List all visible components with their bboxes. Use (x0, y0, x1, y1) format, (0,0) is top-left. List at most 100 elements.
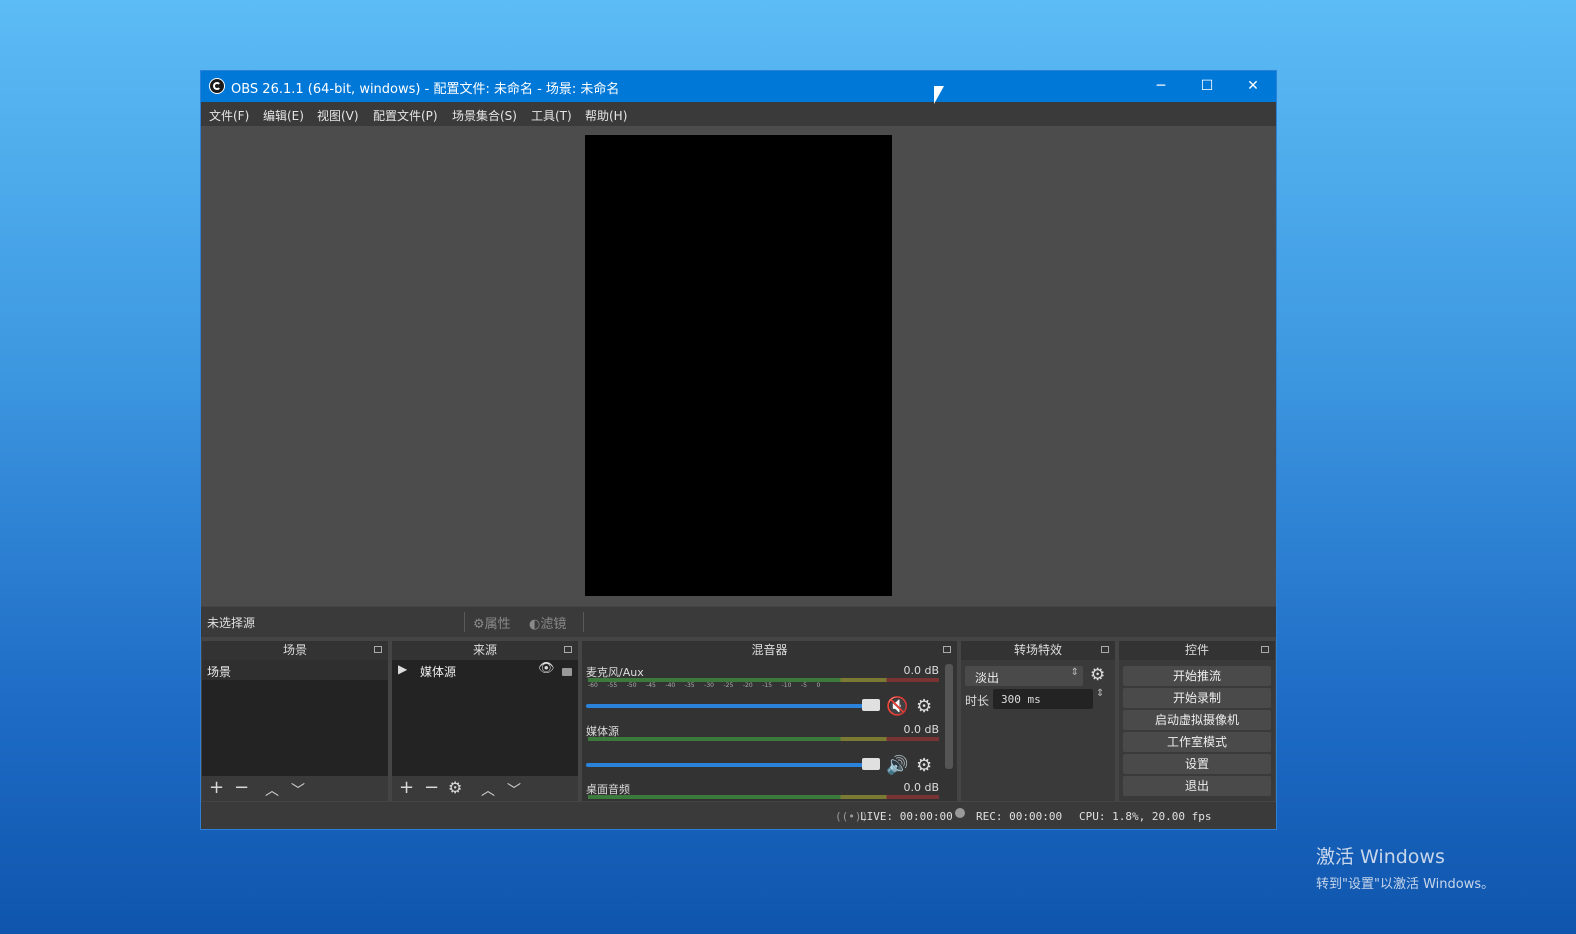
track-db: 0.0 dB (903, 664, 939, 677)
transition-value: 淡出 (975, 671, 1000, 685)
exit-button[interactable]: 退出 (1123, 776, 1271, 796)
title-bar[interactable]: OBS 26.1.1 (64-bit, windows) - 配置文件: 未命名… (201, 71, 1276, 102)
filters-label: 滤镜 (540, 617, 567, 632)
filter-icon: ◐ (529, 617, 541, 632)
undock-icon[interactable] (1101, 646, 1109, 653)
scenes-title: 场景 (282, 643, 307, 657)
gear-icon[interactable]: ⚙ (916, 755, 932, 776)
track-db: 0.0 dB (903, 723, 939, 736)
minimize-button[interactable]: ─ (1138, 71, 1184, 102)
menu-view[interactable]: 视图(V) (317, 107, 359, 124)
remove-scene-icon[interactable]: − (234, 777, 249, 798)
transitions-header: 转场特效 (961, 641, 1115, 660)
menu-scene-collection[interactable]: 场景集合(S) (452, 107, 517, 124)
watermark-title: 激活 Windows (1316, 846, 1445, 868)
mixer-dock: 混音器 麦克风/Aux 0.0 dB -60 -55 -50 -45 -40 -… (582, 641, 957, 801)
list-item[interactable]: 场景 (202, 660, 388, 680)
gear-icon: ⚙ (473, 617, 485, 632)
lock-icon[interactable] (562, 668, 572, 676)
mixer-title: 混音器 (751, 643, 788, 657)
meter-ticks: -60 -55 -50 -45 -40 -35 -30 -25 -20 -15 … (588, 682, 821, 689)
filters-button[interactable]: ◐滤镜 (529, 613, 566, 632)
move-up-icon[interactable]: ︿ (481, 780, 495, 800)
volume-slider[interactable] (586, 704, 878, 708)
undock-icon[interactable] (1261, 646, 1269, 653)
close-button[interactable]: ✕ (1230, 71, 1276, 102)
scenes-list[interactable]: 场景 (202, 660, 388, 776)
play-icon: ▶ (398, 662, 408, 676)
obs-logo-icon (209, 78, 225, 94)
divider (464, 612, 465, 632)
start-recording-button[interactable]: 开始录制 (1123, 688, 1271, 708)
preview-canvas[interactable] (585, 135, 892, 596)
scenes-toolbar: + − ︿ ﹀ (202, 776, 388, 801)
divider (583, 612, 584, 632)
menu-tools[interactable]: 工具(T) (531, 107, 572, 124)
status-bar: ((•)) LIVE: 00:00:00 REC: 00:00:00 CPU: … (201, 802, 1276, 829)
eye-icon[interactable]: 👁 (538, 661, 555, 676)
speaker-icon[interactable]: 🔊 (886, 755, 908, 776)
undock-icon[interactable] (943, 646, 951, 653)
scene-name: 场景 (207, 665, 232, 679)
settings-button[interactable]: 设置 (1123, 754, 1271, 774)
sources-list[interactable]: ▶ 媒体源 👁 (392, 660, 578, 776)
menu-file[interactable]: 文件(F) (209, 107, 249, 124)
gear-icon[interactable]: ⚙ (1090, 665, 1105, 685)
sources-title: 来源 (472, 643, 497, 657)
window-title: OBS 26.1.1 (64-bit, windows) - 配置文件: 未命名… (231, 82, 620, 97)
transitions-dock: 转场特效 淡出 ⇕ ⚙ 时长 300 ms ⇕ (961, 641, 1115, 801)
scenes-dock: 场景 场景 + − ︿ ﹀ (202, 641, 388, 801)
no-source-label: 未选择源 (207, 616, 256, 630)
menu-bar: 文件(F) 编辑(E) 视图(V) 配置文件(P) 场景集合(S) 工具(T) … (201, 102, 1276, 126)
add-scene-icon[interactable]: + (209, 777, 224, 798)
source-name: 媒体源 (420, 665, 457, 679)
transitions-title: 转场特效 (1013, 643, 1062, 657)
duration-label: 时长 (965, 694, 990, 708)
transition-select[interactable]: 淡出 ⇕ (965, 666, 1083, 686)
rec-status: REC: 00:00:00 (976, 810, 1063, 823)
record-icon (955, 808, 965, 818)
undock-icon[interactable] (374, 646, 382, 653)
gear-icon[interactable]: ⚙ (916, 696, 932, 717)
volume-slider-handle[interactable] (862, 699, 880, 711)
maximize-button[interactable]: ☐ (1184, 71, 1230, 102)
add-source-icon[interactable]: + (399, 777, 414, 798)
sources-toolbar: + − ⚙ ︿ ﹀ (392, 776, 578, 801)
volume-slider-handle[interactable] (862, 758, 880, 770)
windows-activation-watermark: 激活 Windows 转到"设置"以激活 Windows。 (1316, 842, 1494, 892)
start-streaming-button[interactable]: 开始推流 (1123, 666, 1271, 686)
menu-help[interactable]: 帮助(H) (585, 107, 627, 124)
properties-button[interactable]: ⚙属性 (473, 613, 511, 632)
volume-slider[interactable] (586, 763, 878, 767)
preview-area[interactable] (201, 126, 1276, 606)
mixer-scrollbar[interactable] (945, 664, 953, 769)
gear-icon[interactable]: ⚙ (448, 778, 462, 797)
undock-icon[interactable] (564, 646, 572, 653)
obs-window: OBS 26.1.1 (64-bit, windows) - 配置文件: 未命名… (201, 71, 1276, 829)
move-up-icon[interactable]: ︿ (265, 780, 279, 800)
studio-mode-button[interactable]: 工作室模式 (1123, 732, 1271, 752)
menu-profile[interactable]: 配置文件(P) (373, 107, 438, 124)
mouse-cursor-icon (934, 86, 944, 104)
source-toolbar: 未选择源 ⚙属性 ◐滤镜 (201, 607, 1276, 637)
sources-header: 来源 (392, 641, 578, 660)
move-down-icon[interactable]: ﹀ (507, 780, 521, 800)
mixer-track-media: 媒体源 0.0 dB 🔊 ⚙ (586, 723, 939, 778)
mixer-track-desktop: 桌面音频 0.0 dB (586, 781, 939, 801)
move-down-icon[interactable]: ﹀ (291, 780, 305, 800)
start-virtual-camera-button[interactable]: 启动虚拟摄像机 (1123, 710, 1271, 730)
duration-stepper-icon[interactable]: ⇕ (1096, 688, 1104, 699)
remove-source-icon[interactable]: − (424, 777, 439, 798)
menu-edit[interactable]: 编辑(E) (263, 107, 304, 124)
cpu-status: CPU: 1.8%, 20.00 fps (1079, 810, 1212, 823)
mixer-track-mic: 麦克风/Aux 0.0 dB -60 -55 -50 -45 -40 -35 -… (586, 664, 939, 719)
scenes-header: 场景 (202, 641, 388, 660)
controls-header: 控件 (1119, 641, 1275, 660)
muted-speaker-icon[interactable]: 🔇 (886, 696, 908, 717)
duration-input[interactable]: 300 ms (993, 689, 1093, 709)
list-item[interactable]: ▶ 媒体源 👁 (392, 660, 578, 680)
volume-meter (588, 795, 939, 799)
sources-dock: 来源 ▶ 媒体源 👁 + − ⚙ ︿ ﹀ (392, 641, 578, 801)
mixer-header: 混音器 (582, 641, 957, 660)
properties-label: 属性 (484, 617, 511, 632)
